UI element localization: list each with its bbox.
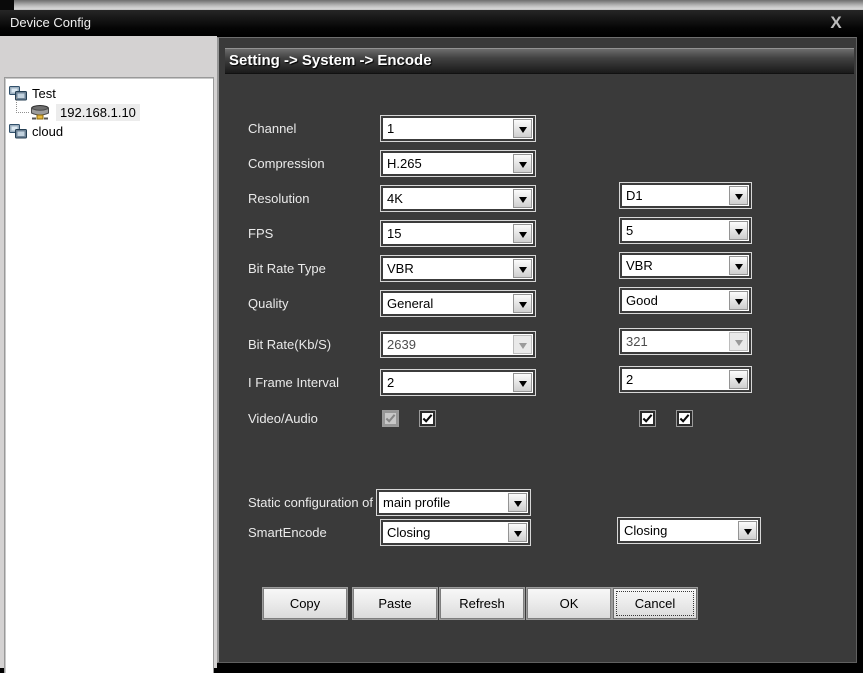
quality-label: Quality [248,291,288,316]
main-audio-checkbox[interactable] [420,411,435,426]
fps-sub-select[interactable]: 5 [620,218,751,243]
down-arrow-icon [735,378,743,388]
down-arrow-icon [735,194,743,204]
channel-label: Channel [248,116,296,141]
cancel-button[interactable]: Cancel [613,588,697,619]
dropdown-arrow-button[interactable] [738,521,757,540]
tree-connector [16,97,29,113]
quality-sub-select[interactable]: Good [620,288,751,313]
smart-encode-main-select[interactable]: Closing [381,520,530,545]
dropdown-arrow-button[interactable] [508,523,527,542]
down-arrow-icon [735,229,743,239]
down-arrow-icon [735,299,743,309]
down-arrow-icon [519,197,527,207]
resolution-label: Resolution [248,186,309,211]
tree-item-device[interactable]: 192.168.1.10 [29,103,140,121]
copy-button[interactable]: Copy [263,588,347,619]
smart-encode-sub-select[interactable]: Closing [618,518,760,543]
breadcrumb-text: Setting -> System -> Encode [225,49,854,73]
tree-item-device-label: 192.168.1.10 [56,104,140,121]
dropdown-arrow-button[interactable] [513,154,532,173]
main-video-checkbox [383,411,398,426]
refresh-button[interactable]: Refresh [440,588,524,619]
encode-settings-panel: Setting -> System -> Encode Channel 1 Co… [217,37,857,663]
smart-encode-label: SmartEncode [248,520,327,545]
static-configuration-select[interactable]: main profile [377,490,530,515]
down-arrow-icon [519,302,527,312]
ok-button[interactable]: OK [527,588,611,619]
resolution-main-select[interactable]: 4K [381,186,535,211]
window-corner [0,0,14,10]
close-icon[interactable]: X [823,10,849,36]
dropdown-arrow-button[interactable] [729,221,748,240]
device-config-window: Device Config X Test [0,0,863,673]
dropdown-arrow-button[interactable] [513,189,532,208]
device-icon [29,104,51,121]
bit-rate-label: Bit Rate(Kb/S) [248,332,331,357]
window-top-edge [0,0,863,10]
down-arrow-icon [735,340,743,350]
dropdown-arrow-button[interactable] [513,294,532,313]
down-arrow-icon [519,162,527,172]
sidebar-region: Test 192.168.1.10 [0,36,217,668]
paste-button[interactable]: Paste [353,588,437,619]
dropdown-arrow-button[interactable] [729,291,748,310]
dropdown-arrow-button[interactable] [729,370,748,389]
device-group-icon [9,124,27,139]
down-arrow-icon [514,531,522,541]
dropdown-arrow-button[interactable] [513,119,532,138]
dropdown-arrow-button[interactable] [513,259,532,278]
resolution-sub-select[interactable]: D1 [620,183,751,208]
sub-video-checkbox[interactable] [640,411,655,426]
bit-rate-main-select: 2639 [381,332,535,357]
tree-item-cloud[interactable]: cloud [9,122,63,140]
dropdown-arrow-button[interactable] [729,186,748,205]
bit-rate-type-label: Bit Rate Type [248,256,326,281]
dropdown-arrow-button [513,335,532,354]
compression-label: Compression [248,151,325,176]
down-arrow-icon [519,381,527,391]
i-frame-interval-label: I Frame Interval [248,370,339,395]
fps-label: FPS [248,221,273,246]
down-arrow-icon [519,343,527,353]
dropdown-arrow-button[interactable] [513,224,532,243]
titlebar[interactable]: Device Config X [0,10,863,36]
dropdown-arrow-button[interactable] [508,493,527,512]
i-frame-interval-main-select[interactable]: 2 [381,370,535,395]
bit-rate-type-main-select[interactable]: VBR [381,256,535,281]
tree-item-test-label: Test [32,86,56,101]
sub-audio-checkbox[interactable] [677,411,692,426]
tree-item-cloud-label: cloud [32,124,63,139]
down-arrow-icon [744,529,752,539]
down-arrow-icon [735,264,743,274]
breadcrumb-header: Setting -> System -> Encode [225,48,854,74]
window-title: Device Config [10,10,91,36]
quality-main-select[interactable]: General [381,291,535,316]
bit-rate-sub-select: 321 [620,329,751,354]
bit-rate-type-sub-select[interactable]: VBR [620,253,751,278]
video-audio-label: Video/Audio [248,406,318,431]
down-arrow-icon [514,501,522,511]
channel-select[interactable]: 1 [381,116,535,141]
dropdown-arrow-button[interactable] [729,256,748,275]
dropdown-arrow-button[interactable] [513,373,532,392]
down-arrow-icon [519,267,527,277]
dropdown-arrow-button [729,332,748,351]
down-arrow-icon [519,127,527,137]
device-tree-panel: Test 192.168.1.10 [4,77,214,673]
down-arrow-icon [519,232,527,242]
fps-main-select[interactable]: 15 [381,221,535,246]
i-frame-interval-sub-select[interactable]: 2 [620,367,751,392]
compression-select[interactable]: H.265 [381,151,535,176]
static-configuration-label: Static configuration of [248,490,373,515]
